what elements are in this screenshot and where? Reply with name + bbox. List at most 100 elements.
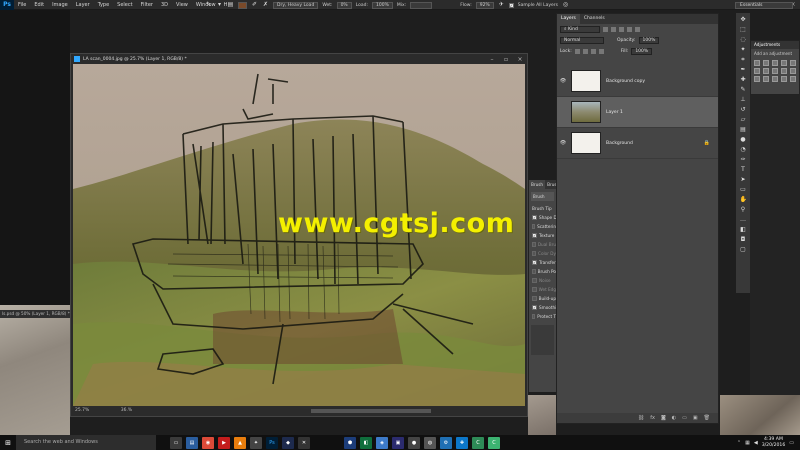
- app-icon-11[interactable]: ◧: [360, 436, 372, 449]
- windows-start-icon[interactable]: ⊞: [0, 435, 16, 450]
- layer-thumbnail[interactable]: [571, 101, 601, 123]
- dodge-tool-icon[interactable]: ◔: [740, 146, 747, 153]
- lock-all-icon[interactable]: [598, 49, 604, 54]
- media-player-icon[interactable]: ▶: [218, 436, 230, 449]
- pen-tool-icon[interactable]: ✑: [740, 156, 747, 163]
- load-brush-icon[interactable]: ✐: [251, 2, 258, 9]
- brush-setting-row[interactable]: Scatterin: [529, 222, 556, 231]
- menu-file[interactable]: File: [14, 2, 30, 8]
- menu-view[interactable]: View: [172, 2, 192, 8]
- brush-setting-row[interactable]: Build-up: [529, 294, 556, 303]
- app-icon-14[interactable]: ●: [408, 436, 420, 449]
- more-tools-icon[interactable]: …: [740, 216, 747, 223]
- gradient-tool-icon[interactable]: ▤: [740, 126, 747, 133]
- channel-mixer-icon[interactable]: [790, 68, 796, 74]
- new-layer-icon[interactable]: ▣: [693, 415, 698, 421]
- adjustment-icon[interactable]: ◐: [672, 415, 676, 421]
- brush-setting-row[interactable]: Color Dy: [529, 249, 556, 258]
- filter-adjustment-icon[interactable]: [611, 27, 616, 32]
- app-icon-15[interactable]: ◍: [424, 436, 436, 449]
- menu-layer[interactable]: Layer: [72, 2, 94, 8]
- marquee-tool-icon[interactable]: ⬚: [740, 26, 747, 33]
- levels-icon[interactable]: [763, 60, 769, 66]
- airbrush-icon[interactable]: ✈: [498, 2, 505, 9]
- wet-field[interactable]: 0%: [336, 2, 352, 9]
- doc-minimize-icon[interactable]: –: [485, 56, 499, 63]
- workspace-select[interactable]: Essentials: [735, 2, 793, 9]
- brightness-contrast-icon[interactable]: [754, 60, 760, 66]
- gradient-map-icon[interactable]: [781, 76, 787, 82]
- menu-image[interactable]: Image: [48, 2, 72, 8]
- path-select-tool-icon[interactable]: ➤: [740, 176, 747, 183]
- posterize-icon[interactable]: [763, 76, 769, 82]
- hue-saturation-icon[interactable]: [754, 68, 760, 74]
- zoom-level[interactable]: 25.7%: [75, 408, 89, 413]
- filter-smart-object-icon[interactable]: [635, 27, 640, 32]
- task-view-icon[interactable]: ▭: [170, 436, 182, 449]
- photoshop-taskbar-icon[interactable]: Ps: [266, 436, 278, 449]
- brush-setting-row[interactable]: Brush Po: [529, 267, 556, 276]
- document-titlebar[interactable]: LA scan_0004.jpg @ 25.7% (Layer 1, RGB/8…: [71, 54, 527, 64]
- vibrance-icon[interactable]: [790, 60, 796, 66]
- flow-field[interactable]: 92%: [475, 2, 494, 9]
- brush-setting-checkbox[interactable]: ✓: [532, 215, 537, 220]
- horizontal-scrollbar[interactable]: [311, 409, 431, 413]
- app-icon-12[interactable]: ◈: [376, 436, 388, 449]
- layer-thumbnail[interactable]: [571, 132, 601, 154]
- load-color-swatch[interactable]: [238, 2, 247, 9]
- menu-edit[interactable]: Edit: [30, 2, 48, 8]
- lock-image-icon[interactable]: [582, 49, 588, 54]
- filter-type-icon[interactable]: [619, 27, 624, 32]
- volume-icon[interactable]: ◀: [754, 440, 758, 446]
- layer-row[interactable]: 👁 Background copy: [557, 66, 718, 97]
- hand-tool-icon[interactable]: ✋: [740, 196, 747, 203]
- clean-brush-icon[interactable]: ✗: [262, 2, 269, 9]
- chrome-icon[interactable]: ◉: [202, 436, 214, 449]
- app-icon-19[interactable]: C: [488, 436, 500, 449]
- crop-tool-icon[interactable]: ⌗: [740, 56, 747, 63]
- doc-close-icon[interactable]: ×: [513, 56, 527, 63]
- shape-tool-icon[interactable]: ▭: [740, 186, 747, 193]
- quick-select-tool-icon[interactable]: ✦: [740, 46, 747, 53]
- brush-setting-checkbox[interactable]: [532, 251, 537, 256]
- exposure-icon[interactable]: [781, 60, 787, 66]
- tab-layers[interactable]: Layers: [557, 14, 580, 24]
- brush-setting-row[interactable]: Noise: [529, 276, 556, 285]
- color-swatches-icon[interactable]: ◧: [740, 226, 747, 233]
- type-tool-icon[interactable]: T: [740, 166, 747, 173]
- brush-setting-row[interactable]: ✓ Shape D: [529, 213, 556, 222]
- doc-maximize-icon[interactable]: ▫: [499, 56, 513, 63]
- notifications-icon[interactable]: ▭: [789, 440, 794, 446]
- color-balance-icon[interactable]: [763, 68, 769, 74]
- photo-filter-icon[interactable]: [781, 68, 787, 74]
- brush-setting-checkbox[interactable]: ✓: [532, 305, 537, 310]
- filter-kind-select[interactable]: ⌕ Kind: [560, 26, 600, 33]
- app-icon-9[interactable]: ✕: [298, 436, 310, 449]
- layer-row[interactable]: 👁 Background 🔒: [557, 128, 718, 159]
- blend-mode-select[interactable]: Normal: [560, 37, 604, 44]
- brush-setting-checkbox[interactable]: [532, 224, 536, 229]
- brush-setting-row[interactable]: ✓Smoothin: [529, 303, 556, 312]
- taskbar-search[interactable]: Search the web and Windows: [16, 435, 156, 450]
- brush-setting-checkbox[interactable]: ✓: [532, 260, 537, 265]
- zoom-tool-icon[interactable]: ⚲: [740, 206, 747, 213]
- lasso-tool-icon[interactable]: ◌: [740, 36, 747, 43]
- lock-position-icon[interactable]: [590, 49, 596, 54]
- brush-setting-checkbox[interactable]: ✓: [532, 233, 537, 238]
- tab-adjustments[interactable]: Adjustments: [751, 41, 799, 49]
- brush-setting-row[interactable]: Brush Tip: [529, 204, 556, 213]
- brush-setting-checkbox[interactable]: [532, 314, 536, 319]
- stamp-tool-icon[interactable]: ⊥: [740, 96, 747, 103]
- brush-setting-checkbox[interactable]: [532, 242, 536, 247]
- app-icon-8[interactable]: ◆: [282, 436, 294, 449]
- layer-row[interactable]: Layer 1: [557, 97, 718, 128]
- folder-icon[interactable]: ▭: [682, 415, 687, 421]
- tray-chevron-icon[interactable]: ⌃: [737, 440, 741, 446]
- invert-icon[interactable]: [754, 76, 760, 82]
- mix-field[interactable]: [410, 2, 433, 9]
- trash-icon[interactable]: 🗑: [704, 415, 710, 421]
- app-icon-16[interactable]: ⚙: [440, 436, 452, 449]
- fx-icon[interactable]: fx: [650, 415, 655, 421]
- healing-tool-icon[interactable]: ✚: [740, 76, 747, 83]
- bridge-icon[interactable]: ✦: [250, 436, 262, 449]
